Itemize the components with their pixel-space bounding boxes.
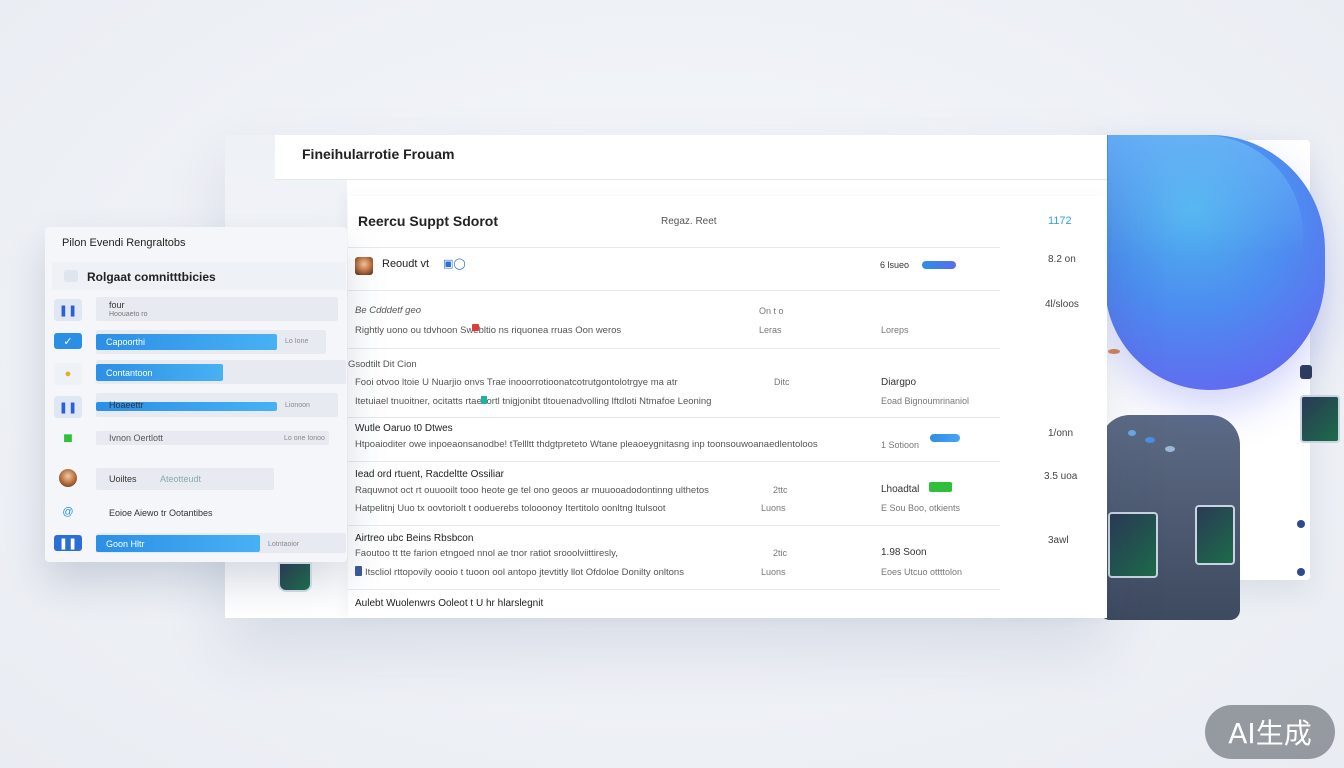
row-stat: 4l/sloos [1045, 299, 1079, 310]
item-label: Eoioe Aiewo tr Ootantibes [109, 508, 213, 518]
decorative-dot [1128, 430, 1136, 436]
overlay-title: Pilon Evendi Rengraltobs [62, 237, 186, 249]
check-icon: ✓ [54, 333, 82, 349]
decorative-dot [1297, 520, 1305, 528]
status-badge: 6 lsueo [880, 260, 910, 270]
decorative-dot [1300, 365, 1312, 379]
item-value: Lotntaoior [268, 541, 300, 548]
panel-title: Reercu Suppt Sdorot [358, 213, 499, 229]
tag-icon [481, 396, 487, 404]
row-title: Airtreo ubc Beins Rbsbcon [355, 533, 474, 544]
row-meta: 2ttc [773, 485, 788, 495]
row-divider [348, 247, 1000, 248]
row-description: Itscliol rttopovily oooio t tuoon ool an… [365, 567, 684, 578]
panel-subtitle[interactable]: Regaz. Reet [661, 216, 717, 227]
item-value: Lo one Ionoo [284, 435, 325, 442]
status-progress [930, 434, 960, 442]
item-label: four [109, 300, 125, 310]
item-label: Contantoon [106, 368, 153, 378]
row-divider [348, 589, 1000, 590]
decorative-dot [1297, 568, 1305, 576]
decorative-tile [1195, 505, 1235, 565]
avatar [355, 257, 373, 275]
window-title: Fineihularrotie Frouam [302, 146, 455, 162]
row-divider [348, 417, 1000, 418]
row-divider [348, 461, 1000, 462]
row-description: Faoutoo tt tte farion etngoed nnol ae tn… [355, 548, 618, 559]
row-stat: 1/onn [1048, 428, 1074, 439]
row-description: Itetuiael tnuoitner, ocitatts rtaecortl … [355, 396, 712, 407]
row-value: E Sou Boo, otkients [881, 503, 961, 513]
row-stat: 8.2 on [1048, 254, 1076, 265]
item-value: Lionoon [285, 402, 310, 409]
row-meta: Luons [761, 567, 786, 577]
decorative-dot [1108, 349, 1120, 354]
row-title: Wutle Oaruo t0 Dtwes [355, 423, 453, 434]
at-icon: @ [62, 506, 74, 518]
row-value: Diargpo [881, 377, 917, 388]
item-sublabel: Hoouaeto ro [109, 311, 148, 318]
item-label: Goon Hltr [106, 539, 145, 549]
decorative-dot [1165, 446, 1175, 452]
row-title: Be Cdddetf geo [355, 305, 422, 316]
item-label: Ivnon Oertlott [109, 433, 164, 443]
flag-icon [472, 324, 479, 331]
item-sublabel: Ateotteudt [160, 474, 202, 484]
item-label: Uoiltes [109, 474, 137, 484]
row-meta: On t o [759, 306, 784, 316]
columns-icon: ❚❚ [54, 535, 82, 551]
folder-icon [64, 270, 78, 282]
row-value: Eoes Utcuo ottttolon [881, 567, 963, 577]
row-meta: Leras [759, 325, 782, 335]
status-badge [929, 482, 952, 492]
row-meta: 2tic [773, 548, 788, 558]
avatar [54, 467, 82, 489]
attachment-icon [355, 566, 362, 576]
row-title: Aulebt Wuolenwrs Ooleot t U hr hlarslegn… [355, 598, 544, 609]
avatar-image [59, 469, 77, 487]
row-value: Eoad Bignoumrinaniol [881, 396, 970, 406]
status-progress [922, 261, 956, 269]
row-description: Raquwnot oct rt ouuooilt tooo heote ge t… [355, 485, 709, 496]
row-description: Rightly uono ou tdvhoon Swebltio ns riqu… [355, 325, 622, 336]
row-stat: 3awl [1048, 535, 1069, 546]
columns-icon: ❚❚ [54, 299, 82, 321]
item-label: Capoorthi [106, 337, 146, 347]
row-divider [348, 525, 1000, 526]
row-value: 1 Sotioon [881, 440, 920, 450]
row-description: Htpoaioditer owe inpoeaonsanodbe! tTelll… [355, 439, 818, 450]
decorative-tile [1300, 395, 1340, 443]
row-description: Fooi otvoo ltoie U Nuarjio onvs Trae ino… [355, 377, 678, 388]
row-description: Hatpelitnj Uuo tx oovtoriolt t ooduerebs… [355, 503, 666, 514]
row-stat: 3.5 uoa [1044, 471, 1078, 482]
overlay-subtitle: Rolgaat comnitttbicies [87, 270, 216, 284]
bulb-icon: ● [54, 363, 82, 385]
row-value: 1.98 Soon [881, 547, 927, 558]
row-meta: Luons [761, 503, 786, 513]
ai-generated-watermark: AI生成 [1205, 705, 1335, 759]
decorative-dot [1145, 437, 1155, 443]
row-value: Loreps [881, 325, 909, 335]
row-divider [348, 290, 1000, 291]
row-title: Iead ord rtuent, Racdeltte Ossiliar [355, 469, 504, 480]
decorative-tile [1108, 512, 1158, 578]
row-title: Reoudt vt [382, 258, 430, 270]
row-divider [348, 348, 1000, 349]
chat-icon: ▣◯ [443, 258, 466, 270]
puzzle-icon: ■ [63, 430, 73, 447]
row-title: Gsodtilt Dit Cion [348, 359, 417, 370]
item-label: Hoaeettr [109, 400, 144, 410]
row-meta: Ditc [774, 377, 790, 387]
row-value: Lhoadtal [881, 484, 920, 495]
decorative-tile [278, 562, 312, 592]
columns-icon: ❚❚ [54, 396, 82, 418]
item-value: Lo Ione [285, 338, 309, 345]
total-count: 1172 [1048, 215, 1072, 227]
